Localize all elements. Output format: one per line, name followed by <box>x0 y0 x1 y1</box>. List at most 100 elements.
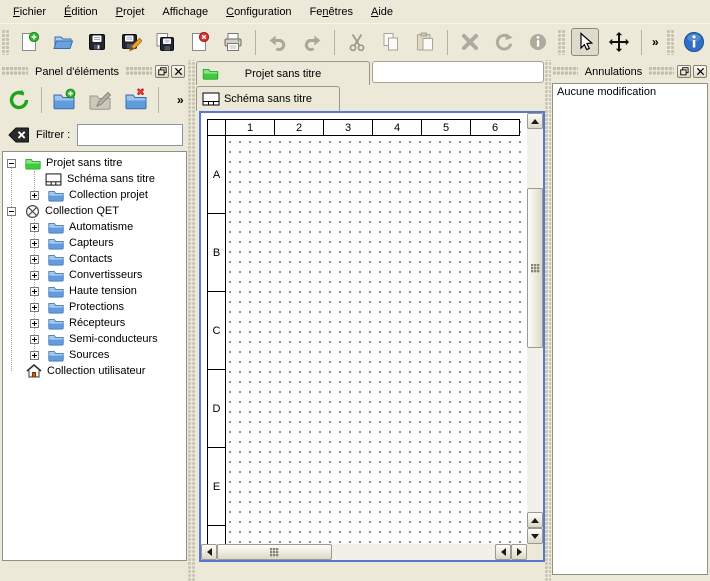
toolbar-separator <box>334 30 335 55</box>
reload-collections-button[interactable] <box>5 86 33 114</box>
elements-tree[interactable]: Projet sans titre Schéma sans titre <box>2 151 187 561</box>
redo-button[interactable] <box>298 28 326 56</box>
save-button[interactable] <box>83 28 111 56</box>
tree-item-haute-tension[interactable]: Haute tension <box>3 283 186 299</box>
close-project-button[interactable] <box>185 28 213 56</box>
tree-item-label: Haute tension <box>69 285 137 297</box>
arrow-up-icon <box>531 518 539 523</box>
vertical-scrollbar[interactable] <box>527 113 543 544</box>
expand-expander-icon[interactable] <box>30 303 39 312</box>
edit-category-button[interactable] <box>86 86 114 114</box>
horizontal-scrollbar-thumb[interactable] <box>217 544 332 560</box>
undo-history-list[interactable]: Aucune modification <box>552 83 708 575</box>
tree-item-capteurs[interactable]: Capteurs <box>3 235 186 251</box>
about-button[interactable] <box>680 28 708 56</box>
toolbar-overflow-chevron[interactable]: » <box>650 35 661 49</box>
element-panel-toolbar: » <box>0 80 188 120</box>
expand-expander-icon[interactable] <box>30 191 39 200</box>
folder-add-icon <box>52 88 76 112</box>
vertical-scrollbar-thumb[interactable] <box>527 188 543 348</box>
undo-icon <box>267 31 289 53</box>
print-button[interactable] <box>219 28 247 56</box>
cut-icon <box>346 31 368 53</box>
menu-projet[interactable]: Projet <box>107 3 154 21</box>
tree-item-contacts[interactable]: Contacts <box>3 251 186 267</box>
folder-icon <box>48 189 64 202</box>
tree-item-protections[interactable]: Protections <box>3 299 186 315</box>
schematic-canvas[interactable]: 1 2 3 4 5 6 A B C D E <box>201 113 527 544</box>
object-info-button[interactable] <box>524 28 552 56</box>
undo-button[interactable] <box>264 28 292 56</box>
undo-panel-titlebar[interactable]: Annulations <box>553 64 708 79</box>
menu-edition[interactable]: Édition <box>55 3 107 21</box>
scroll-down-button[interactable] <box>527 528 543 544</box>
tree-item-sources[interactable]: Sources <box>3 347 186 363</box>
expand-expander-icon[interactable] <box>30 255 39 264</box>
menu-fichier[interactable]: Fichier <box>4 3 55 21</box>
scroll-mode-button[interactable] <box>605 28 633 56</box>
schema-tab-label: Schéma sans titre <box>224 93 312 105</box>
expand-expander-icon[interactable] <box>30 271 39 280</box>
expand-expander-icon[interactable] <box>30 223 39 232</box>
info-gray-icon <box>527 31 549 53</box>
open-project-button[interactable] <box>49 28 77 56</box>
tree-item-recepteurs[interactable]: Récepteurs <box>3 315 186 331</box>
element-panel-titlebar[interactable]: Panel d'éléments <box>2 64 186 79</box>
rotate-button[interactable] <box>490 28 518 56</box>
tab-projet-sans-titre[interactable]: Projet sans titre <box>196 61 370 85</box>
delete-button[interactable] <box>456 28 484 56</box>
tree-item-convertisseurs[interactable]: Convertisseurs <box>3 267 186 283</box>
dock-close-button[interactable] <box>693 65 707 78</box>
dock-splitter[interactable] <box>188 60 196 581</box>
tree-item-projet-sans-titre[interactable]: Projet sans titre <box>3 155 186 171</box>
titlebar-texture <box>126 67 152 76</box>
expand-expander-icon[interactable] <box>30 239 39 248</box>
horizontal-scrollbar[interactable] <box>201 544 527 560</box>
panel-toolbar-overflow-chevron[interactable]: » <box>175 93 186 107</box>
menu-configuration[interactable]: Configuration <box>217 3 300 21</box>
menu-fenetres[interactable]: Fenêtres <box>301 3 362 21</box>
expand-expander-icon[interactable] <box>30 351 39 360</box>
toolbar-handle[interactable] <box>2 30 9 55</box>
menu-aide[interactable]: Aide <box>362 3 402 21</box>
tree-item-schema-sans-titre[interactable]: Schéma sans titre <box>3 171 186 187</box>
filter-input[interactable] <box>77 124 183 146</box>
tree-item-semi-conducteurs[interactable]: Semi-conducteurs <box>3 331 186 347</box>
tree-item-collection-utilisateur[interactable]: Collection utilisateur <box>3 363 186 379</box>
scroll-left-button[interactable] <box>201 544 217 560</box>
new-category-button[interactable] <box>50 86 78 114</box>
diagram-column-label: 5 <box>421 119 471 136</box>
expand-expander-icon[interactable] <box>30 287 39 296</box>
toolbar-handle[interactable] <box>667 30 674 55</box>
delete-category-button[interactable] <box>122 86 150 114</box>
toolbar-handle[interactable] <box>558 30 565 55</box>
scroll-up-button[interactable] <box>527 512 543 528</box>
tree-item-automatisme[interactable]: Automatisme <box>3 219 186 235</box>
tree-item-collection-qet[interactable]: Collection QET <box>3 203 186 219</box>
menu-affichage[interactable]: Affichage <box>153 3 217 21</box>
paste-button[interactable] <box>411 28 439 56</box>
tab-schema-sans-titre[interactable]: Schéma sans titre <box>196 86 340 111</box>
select-mode-button[interactable] <box>571 28 599 56</box>
scroll-right-button[interactable] <box>511 544 527 560</box>
save-as-button[interactable] <box>117 28 145 56</box>
save-all-button[interactable] <box>151 28 179 56</box>
collapse-expander-icon[interactable] <box>7 207 16 216</box>
new-project-button[interactable] <box>15 28 43 56</box>
dock-float-button[interactable] <box>677 65 691 78</box>
scroll-left-button[interactable] <box>495 544 511 560</box>
diagram-row-label: D <box>207 369 226 448</box>
clear-filter-button[interactable] <box>7 125 29 145</box>
scroll-up-button[interactable] <box>527 113 543 129</box>
cut-button[interactable] <box>343 28 371 56</box>
dock-close-button[interactable] <box>171 65 185 78</box>
diagram-row-header: A B C D E <box>207 135 226 544</box>
element-panel-dock: Panel d'éléments <box>0 60 188 581</box>
reload-icon <box>7 88 31 112</box>
dock-float-button[interactable] <box>155 65 169 78</box>
collapse-expander-icon[interactable] <box>7 159 16 168</box>
expand-expander-icon[interactable] <box>30 319 39 328</box>
copy-button[interactable] <box>377 28 405 56</box>
tree-item-collection-projet[interactable]: Collection projet <box>3 187 186 203</box>
expand-expander-icon[interactable] <box>30 335 39 344</box>
